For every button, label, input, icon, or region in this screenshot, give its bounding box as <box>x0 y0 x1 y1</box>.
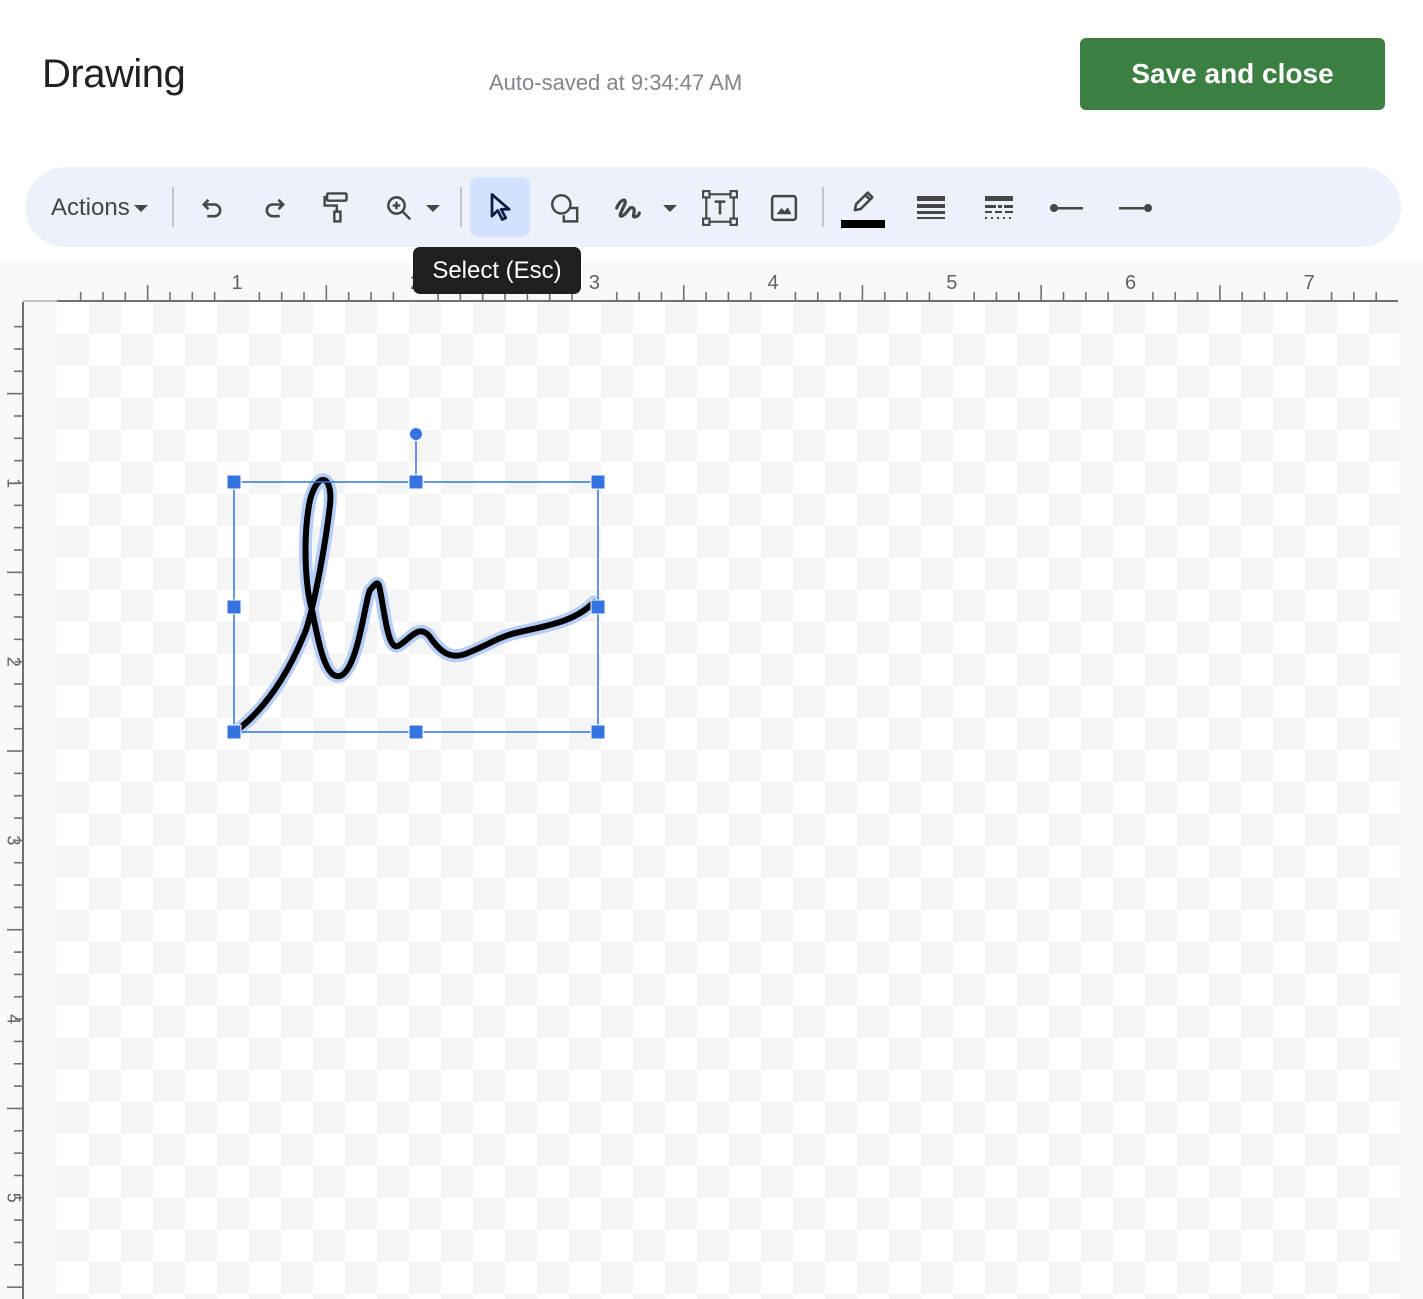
signature-stroke <box>237 476 597 731</box>
rotate-handle[interactable] <box>409 427 423 441</box>
resize-handle[interactable] <box>408 474 424 490</box>
tooltip: Select (Esc) <box>413 247 581 294</box>
selected-drawing[interactable] <box>0 0 1423 1299</box>
resize-handle[interactable] <box>226 474 242 490</box>
resize-handle[interactable] <box>226 599 242 615</box>
resize-handle[interactable] <box>590 474 606 490</box>
resize-handle[interactable] <box>590 724 606 740</box>
signature-stroke-highlight <box>233 473 601 735</box>
resize-handle[interactable] <box>226 724 242 740</box>
selection-box <box>233 481 599 733</box>
resize-handle[interactable] <box>590 599 606 615</box>
resize-handle[interactable] <box>408 724 424 740</box>
